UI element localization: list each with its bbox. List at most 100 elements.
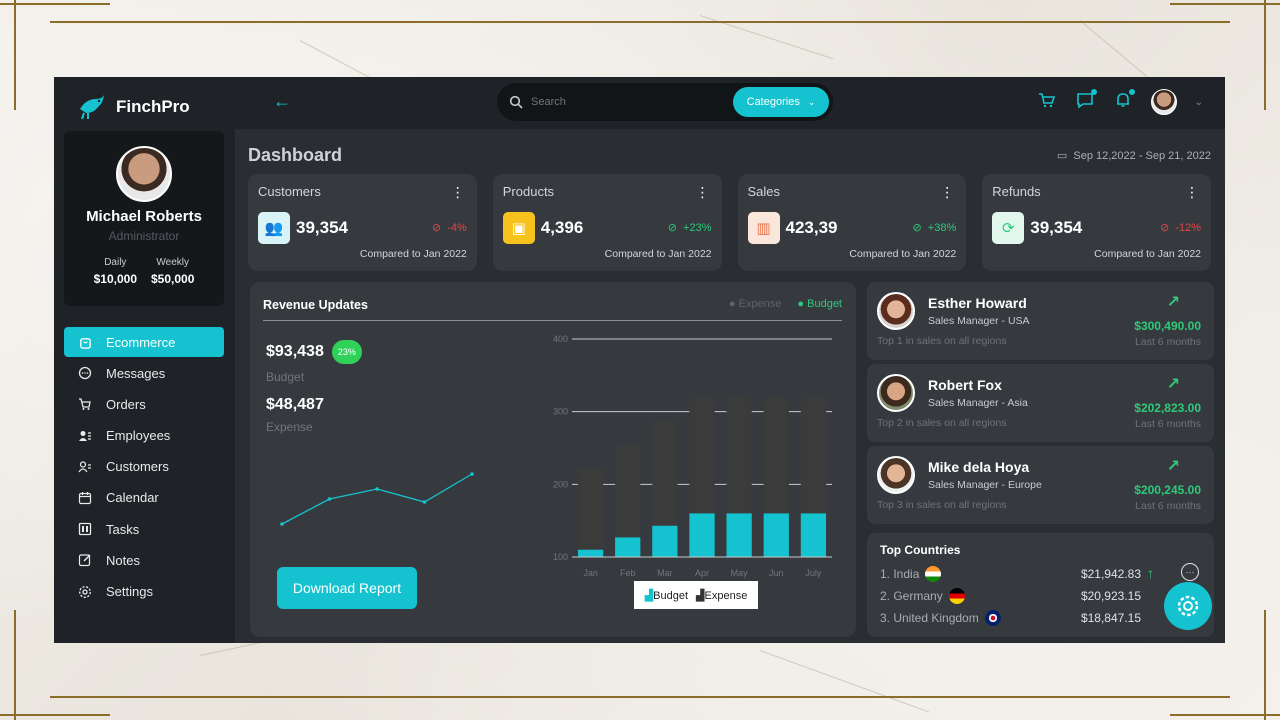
sidebar-item-label: Orders	[106, 396, 146, 412]
stat-daily: Daily $10,000	[94, 257, 137, 286]
bell-icon[interactable]	[1113, 88, 1135, 114]
frame-corner	[0, 714, 110, 716]
kpi-change-value: -12%	[1175, 222, 1201, 234]
chart-legend-budget[interactable]: ▟Budget	[645, 589, 688, 602]
search-bar: Categories ⌄	[497, 83, 833, 121]
bar-budget	[615, 537, 641, 557]
legend-expense[interactable]: ● Expense	[729, 298, 782, 310]
cart-icon[interactable]	[1037, 91, 1057, 114]
sidebar-item-label: Ecommerce	[106, 334, 176, 350]
kpi-card-refunds[interactable]: Refunds ⋮ ⟳ 39,354 ⊘ -12% Compared to Ja…	[982, 174, 1211, 271]
kpi-card-products[interactable]: Products ⋮ ▣ 4,396 ⊘ +23% Compared to Ja…	[492, 174, 722, 271]
chart-legend: ▟Budget ▟Expense	[634, 581, 758, 609]
x-tick-label: July	[805, 568, 822, 578]
dashboard-app: FinchPro Michael Roberts Administrator D…	[54, 77, 1225, 643]
top-icons: ⌄	[1037, 88, 1203, 115]
settings-fab-button[interactable]	[1164, 582, 1212, 630]
top-sellers: Esther Howard Sales Manager - USA Top 1 …	[867, 282, 1214, 528]
sidebar-item-orders[interactable]: Orders	[64, 389, 224, 419]
country-row[interactable]: 3. United Kingdom $18,847.15	[880, 607, 1201, 629]
sidebar-item-tasks[interactable]: Tasks	[64, 514, 224, 544]
kpi-card-customers[interactable]: Customers ⋮ 👥 39,354 ⊘ -4% Compared to J…	[248, 174, 477, 271]
brand-name: FinchPro	[116, 97, 190, 116]
x-tick-label: Mar	[657, 568, 673, 578]
calendar-icon	[78, 491, 92, 505]
chart-legend-expense[interactable]: ▟Expense	[696, 589, 747, 602]
chat-icon	[78, 366, 92, 380]
budget-value: $93,438	[266, 343, 324, 361]
user-avatar[interactable]	[1150, 89, 1177, 115]
bar-chart-icon: ▥	[747, 212, 780, 244]
categories-label: Categories	[746, 96, 800, 108]
seller-rank: Top 3 in sales on all regions	[877, 499, 1007, 511]
refresh-icon: ⟳	[992, 212, 1025, 244]
stat-value: $50,000	[151, 272, 195, 286]
bar-budget	[577, 549, 604, 557]
seller-period: Last 6 months	[1135, 500, 1201, 512]
sidebar-item-calendar[interactable]: Calendar	[64, 483, 224, 513]
kpi-value: 4,396	[540, 218, 584, 237]
bar-chart-icon: ▟	[644, 589, 654, 602]
chat-icon[interactable]	[1075, 88, 1097, 114]
chevron-down-icon: ⌄	[807, 96, 816, 107]
more-vertical-icon[interactable]: ⋮	[696, 184, 710, 201]
kpi-change: ⊘ +23%	[668, 221, 712, 234]
date-range[interactable]: ▭ Sep 12,2022 - Sep 21, 2022	[1057, 149, 1211, 162]
sidebar-item-settings[interactable]: Settings	[64, 577, 224, 607]
back-arrow-icon[interactable]: ←	[273, 91, 291, 112]
budget-badge: 23%	[331, 340, 362, 364]
avatar[interactable]	[116, 146, 172, 202]
legend-budget[interactable]: ● Budget	[797, 298, 842, 310]
sidebar-item-label: Messages	[106, 365, 166, 381]
more-vertical-icon[interactable]: ⋮	[940, 184, 954, 201]
country-amount: $18,847.15	[1080, 611, 1141, 625]
trend-line	[281, 473, 473, 525]
trend-down-icon: ⊘	[1159, 222, 1170, 234]
more-vertical-icon[interactable]: ⋮	[451, 184, 465, 201]
gear-icon	[1177, 595, 1199, 617]
sidebar-item-ecommerce[interactable]: Ecommerce	[64, 327, 224, 357]
date-range-label: Sep 12,2022 - Sep 21, 2022	[1073, 150, 1211, 162]
profile-role: Administrator	[108, 229, 180, 243]
kpi-change: ⊘ +38%	[912, 221, 956, 234]
sidebar-item-messages[interactable]: Messages	[64, 358, 224, 388]
frame-corner	[1264, 0, 1266, 110]
seller-period: Last 6 months	[1135, 336, 1201, 348]
chevron-down-icon[interactable]: ⌄	[1195, 97, 1203, 108]
seller-rank: Top 2 in sales on all regions	[877, 417, 1007, 429]
kpi-card-sales[interactable]: Sales ⋮ ▥ 423,39 ⊘ +38% Compared to Jan …	[737, 174, 967, 271]
kpi-title: Products	[502, 184, 555, 199]
seller-period: Last 6 months	[1135, 418, 1201, 430]
sidebar-item-notes[interactable]: Notes	[64, 545, 224, 575]
germany-flag-icon	[948, 588, 965, 604]
box-icon: ▣	[502, 212, 535, 244]
trend-line-chart	[280, 472, 474, 526]
seller-card[interactable]: Esther Howard Sales Manager - USA Top 1 …	[867, 282, 1214, 360]
users-icon: 👥	[258, 212, 290, 244]
stat-value: $10,000	[93, 272, 137, 286]
frame-top	[50, 21, 1230, 23]
y-tick-label: 200	[553, 479, 568, 489]
kpi-change-value: -4%	[447, 222, 467, 234]
seller-card[interactable]: Robert Fox Sales Manager - Asia Top 2 in…	[867, 364, 1214, 442]
trend-down-icon: ⊘	[431, 222, 442, 234]
download-report-button[interactable]: Download Report	[277, 567, 417, 609]
sidebar-item-customers[interactable]: Customers	[64, 452, 224, 482]
sidebar-item-employees[interactable]: Employees	[64, 421, 224, 451]
trend-up-icon: ⊘	[667, 222, 677, 234]
revenue-card: Revenue Updates ● Expense ● Budget $93,4…	[250, 282, 856, 637]
search-input[interactable]	[531, 96, 711, 108]
expense-value: $48,487	[266, 396, 324, 413]
seller-name: Robert Fox	[928, 377, 1002, 393]
seller-card[interactable]: Mike dela Hoya Sales Manager - Europe To…	[867, 446, 1214, 524]
brand[interactable]: FinchPro	[76, 91, 190, 123]
frame-bottom	[50, 696, 1230, 698]
stat-label: Daily	[104, 257, 127, 268]
bar-budget	[763, 513, 789, 557]
seller-amount: $202,823.00	[1134, 401, 1201, 415]
more-horizontal-icon[interactable]: ···	[1181, 563, 1199, 581]
more-vertical-icon[interactable]: ⋮	[1185, 184, 1199, 201]
categories-dropdown[interactable]: Categories ⌄	[733, 87, 829, 117]
country-amount: $20,923.15	[1080, 589, 1141, 603]
country-row[interactable]: 2. Germany $20,923.15	[880, 585, 1201, 607]
